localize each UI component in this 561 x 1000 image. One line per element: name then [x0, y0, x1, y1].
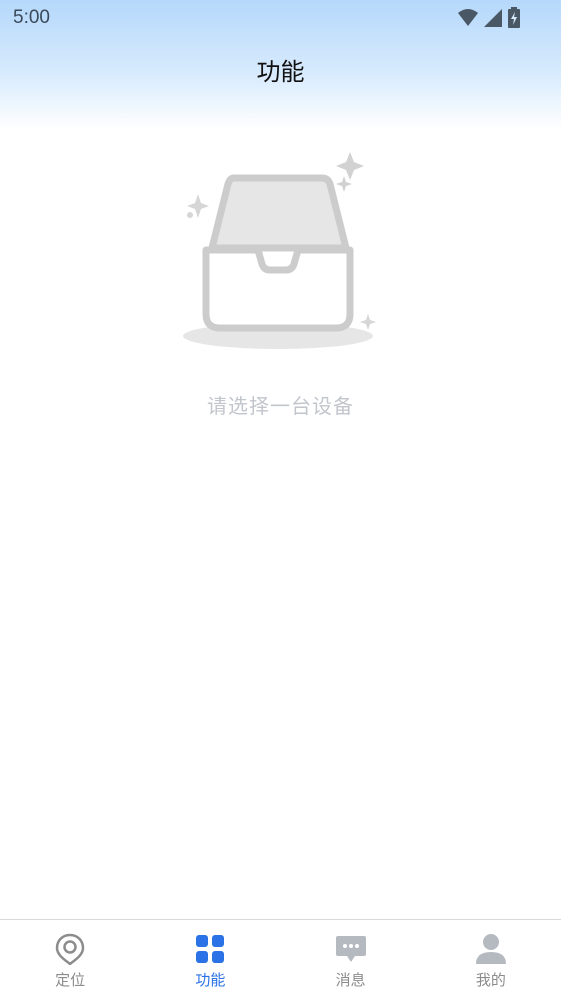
tab-label: 定位: [55, 971, 86, 989]
location-pin-icon: [53, 932, 87, 966]
empty-state-message: 请选择一台设备: [207, 394, 354, 418]
tab-messages[interactable]: 消息: [281, 920, 421, 1000]
user-icon: [474, 932, 508, 966]
bottom-tab-bar: 定位 功能 消息 我的: [0, 919, 561, 1000]
tab-label: 消息: [335, 971, 366, 989]
tab-function[interactable]: 功能: [140, 920, 280, 1000]
tab-label: 我的: [475, 971, 506, 989]
grid-icon: [193, 932, 227, 966]
chat-bubble-icon: [334, 932, 368, 966]
status-icons: [457, 7, 521, 33]
wifi-icon: [457, 8, 479, 32]
tab-label: 功能: [195, 971, 226, 989]
status-time: 5:00: [13, 7, 50, 28]
empty-inbox-icon: [178, 148, 378, 353]
page-title: 功能: [256, 58, 305, 86]
battery-charging-icon: [507, 7, 521, 33]
tab-profile[interactable]: 我的: [421, 920, 561, 1000]
signal-icon: [483, 8, 503, 32]
tab-location[interactable]: 定位: [0, 920, 140, 1000]
status-bar: 5:00: [0, 0, 561, 38]
